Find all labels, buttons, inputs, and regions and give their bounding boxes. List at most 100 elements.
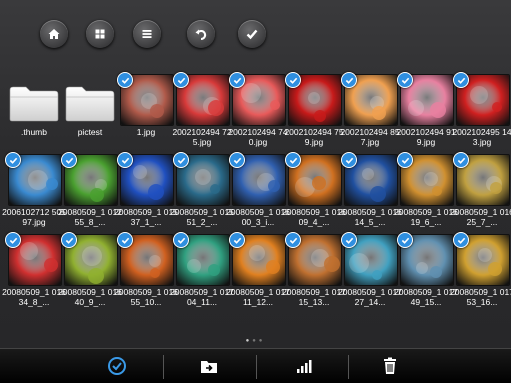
image-item[interactable]: 2002102494 857.jpg	[340, 72, 400, 150]
image-item[interactable]: 20080509_1 01704_11...	[170, 232, 234, 310]
image-item[interactable]: 20080509_1 01609_4_...	[282, 152, 346, 230]
divider	[348, 355, 349, 379]
folder-item[interactable]: .thumb	[6, 74, 62, 150]
file-name-label: 2002102494 919.jpg	[396, 127, 456, 147]
selected-checkmark-icon	[229, 72, 245, 88]
home-icon	[48, 29, 60, 39]
selected-checkmark-icon	[5, 152, 21, 168]
divider	[256, 355, 257, 379]
selected-checkmark-icon	[341, 72, 357, 88]
file-name-label: 20080509_1 01614_5_...	[338, 207, 402, 227]
grid-icon	[95, 29, 105, 39]
file-name-label: 20080509_1 01255_8_...	[58, 207, 122, 227]
selected-checkmark-icon	[5, 232, 21, 248]
file-name-label: 2002102494 857.jpg	[340, 127, 400, 147]
file-name-label: 20080509_1 01711_12...	[226, 287, 290, 307]
image-item[interactable]: 20080509_1 01634_8_...	[2, 232, 66, 310]
top-toolbar	[0, 20, 511, 56]
image-item[interactable]: 2002102494 740.jpg	[228, 72, 288, 150]
select-all-button[interactable]	[102, 355, 132, 377]
folder-item[interactable]: pictest	[62, 74, 118, 150]
folder-icon	[9, 86, 59, 122]
back-button[interactable]	[187, 20, 215, 48]
image-item[interactable]: 2002102494 759.jpg	[284, 72, 344, 150]
file-name-label: 20080509_1 01600_3_i...	[226, 207, 290, 227]
bar-chart-icon	[297, 360, 312, 373]
sort-button[interactable]	[289, 355, 319, 377]
file-name-label: 20080509_1 01625_7_...	[450, 207, 511, 227]
image-item[interactable]: 2002102494 725.jpg	[172, 72, 232, 150]
file-name-label: 20080509_1 01551_2_...	[170, 207, 234, 227]
selected-checkmark-icon	[173, 72, 189, 88]
selected-checkmark-icon	[229, 152, 245, 168]
image-item[interactable]: 20080509_1 01255_8_...	[58, 152, 122, 230]
image-item[interactable]: 1.jpg	[117, 72, 174, 150]
selected-checkmark-icon	[341, 232, 357, 248]
selected-checkmark-icon	[397, 232, 413, 248]
image-item[interactable]: 20080509_1 01614_5_...	[338, 152, 402, 230]
list-view-button[interactable]	[133, 20, 161, 48]
image-item[interactable]: 20080509_1 01655_10...	[114, 232, 178, 310]
grid-view-button[interactable]	[86, 20, 114, 48]
image-item[interactable]: 20080509_1 01640_9_...	[58, 232, 122, 310]
home-button[interactable]	[40, 20, 68, 48]
page-indicator: ●●●	[245, 338, 266, 344]
move-to-folder-button[interactable]	[194, 355, 224, 377]
trash-icon	[384, 357, 396, 374]
selected-checkmark-icon	[117, 232, 133, 248]
file-name-label: 20080509_1 01727_14...	[338, 287, 402, 307]
image-item[interactable]: 20080509_1 01753_16...	[450, 232, 511, 310]
image-item[interactable]: 2002102494 919.jpg	[396, 72, 456, 150]
file-name-label: 2006102712 50597.jpg	[2, 207, 66, 227]
image-item[interactable]: 20080509_1 01537_1_...	[114, 152, 178, 230]
selected-checkmark-icon	[453, 232, 469, 248]
bottom-action-bar	[0, 348, 511, 383]
file-name-label: 2002102494 725.jpg	[172, 127, 232, 147]
check-icon	[246, 29, 258, 40]
selected-checkmark-icon	[173, 232, 189, 248]
file-name-label: 20080509_1 01655_10...	[114, 287, 178, 307]
image-item[interactable]: 20080509_1 01727_14...	[338, 232, 402, 310]
image-item[interactable]: 20080509_1 01749_15...	[394, 232, 458, 310]
image-item[interactable]: 20080509_1 01711_12...	[226, 232, 290, 310]
file-name-label: 2002102494 740.jpg	[228, 127, 288, 147]
image-item[interactable]: 20080509_1 01551_2_...	[170, 152, 234, 230]
selected-checkmark-icon	[397, 152, 413, 168]
selected-checkmark-icon	[453, 152, 469, 168]
image-item[interactable]: 20080509_1 01625_7_...	[450, 152, 511, 230]
file-name-label: 20080509_1 01715_13...	[282, 287, 346, 307]
folder-icon	[65, 86, 115, 122]
selected-checkmark-icon	[341, 152, 357, 168]
file-name-label: .thumb	[21, 127, 47, 137]
selected-checkmark-icon	[285, 72, 301, 88]
image-item[interactable]: 20080509_1 01619_6_...	[394, 152, 458, 230]
file-name-label: 1.jpg	[136, 127, 156, 137]
selected-checkmark-icon	[453, 72, 469, 88]
select-button[interactable]	[238, 20, 266, 48]
image-item[interactable]: 20080509_1 01715_13...	[282, 232, 346, 310]
folder-move-icon	[201, 361, 217, 373]
file-name-label: pictest	[77, 127, 103, 137]
file-name-label: 20080509_1 01753_16...	[450, 287, 511, 307]
file-name-label: 20080509_1 01640_9_...	[58, 287, 122, 307]
selected-checkmark-icon	[285, 232, 301, 248]
selected-checkmark-icon	[117, 152, 133, 168]
file-name-label: 20080509_1 01634_8_...	[2, 287, 66, 307]
selected-checkmark-icon	[397, 72, 413, 88]
file-grid: .thumb pictest 1.jpg 2002102494 725.jpg 2002…	[0, 70, 511, 320]
file-name-label: 20080509_1 01749_15...	[394, 287, 458, 307]
file-name-label: 2002102494 759.jpg	[284, 127, 344, 147]
file-browser-screen: .thumb pictest 1.jpg 2002102494 725.jpg 2002…	[0, 0, 511, 383]
delete-button[interactable]	[375, 355, 405, 377]
selected-checkmark-icon	[173, 152, 189, 168]
image-item[interactable]: 2002102495 143.jpg	[452, 72, 511, 150]
file-name-label: 20080509_1 01609_4_...	[282, 207, 346, 227]
image-item[interactable]: 20080509_1 01600_3_i...	[226, 152, 290, 230]
file-name-label: 20080509_1 01704_11...	[170, 287, 234, 307]
selected-checkmark-icon	[61, 232, 77, 248]
list-icon	[142, 30, 152, 38]
file-name-label: 20080509_1 01537_1_...	[114, 207, 178, 227]
image-item[interactable]: 2006102712 50597.jpg	[2, 152, 66, 230]
check-circle-icon	[108, 357, 126, 375]
file-name-label: 2002102495 143.jpg	[452, 127, 511, 147]
